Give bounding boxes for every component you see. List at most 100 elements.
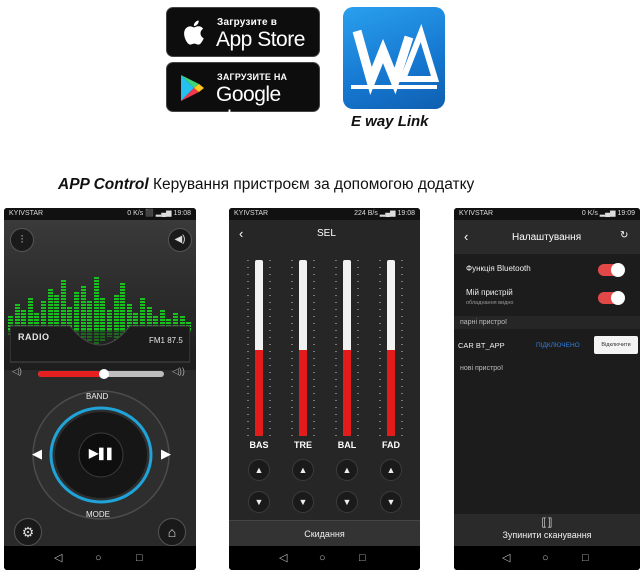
volume-down-icon[interactable]: ◁) — [12, 366, 22, 377]
e-way-link-logo — [343, 7, 445, 109]
nav-back-icon[interactable]: ◁ — [54, 552, 62, 564]
phone-radio-screen: KYIVSTAR 0 K/s ⬛ ▂▄▆ 19:08 ⫶ ◀) RADIO FM… — [4, 208, 196, 570]
status-icons: 0 K/s ⬛ ▂▄▆ 19:08 — [127, 210, 191, 217]
sel-header: ‹ SEL — [229, 220, 420, 246]
google-play-badge[interactable]: ЗАГРУЗИТЕ НА Google play — [166, 62, 320, 130]
spectrum-bar — [120, 282, 126, 330]
slider-fill — [299, 350, 307, 436]
status-icons: 0 K/s ▂▄▆ 19:09 — [581, 210, 635, 217]
home-button[interactable]: ⌂ — [158, 518, 186, 546]
spectrum-bar — [93, 276, 99, 330]
slider-label: BAS — [249, 440, 269, 450]
slider-scale — [291, 260, 293, 436]
sel-title: SEL — [317, 228, 336, 239]
increase-bal-button[interactable]: ▲ — [336, 459, 358, 481]
nav-recent-icon[interactable]: □ — [359, 552, 366, 564]
slider-scale — [379, 260, 381, 436]
equalizer-settings-button[interactable]: ⫶ — [10, 228, 34, 252]
reset-button[interactable]: Скидання — [229, 520, 420, 546]
spectrum-bar — [60, 279, 66, 330]
stop-scan-button[interactable]: ⟦⟧ Зупинити сканування — [454, 514, 640, 546]
settings-button[interactable]: ⚙ — [14, 518, 42, 546]
app-store-small-text: Загрузите в — [217, 17, 278, 28]
app-store-big-text: App Store — [216, 28, 305, 51]
mode-label: RADIO — [18, 332, 50, 342]
volume-up-icon[interactable]: ◁)) — [172, 366, 185, 377]
slider-bas[interactable] — [255, 260, 263, 436]
volume-knob[interactable] — [99, 369, 109, 379]
mute-button[interactable]: ◀) — [168, 228, 192, 252]
bluetooth-toggle[interactable] — [598, 263, 625, 277]
scan-icon: ⟦⟧ — [541, 517, 553, 529]
slider-scale — [269, 260, 271, 436]
speaker-icon: ◀) — [174, 234, 186, 245]
google-play-big-text: Google play — [216, 83, 281, 130]
slider-label: TRE — [294, 440, 312, 450]
phone-settings-screen: KYIVSTAR 0 K/s ▂▄▆ 19:09 ‹ Налаштування … — [454, 208, 640, 570]
stop-scan-label: Зупинити сканування — [502, 530, 592, 540]
android-nav-bar: ◁ ○ □ — [454, 546, 640, 570]
settings-header: ‹ Налаштування ↻ — [454, 220, 640, 254]
google-play-small-text: ЗАГРУЗИТЕ НА — [217, 72, 288, 82]
status-bar: KYIVSTAR 0 K/s ▂▄▆ 19:09 — [454, 208, 640, 220]
slider-bal[interactable] — [343, 260, 351, 436]
disconnect-button[interactable]: Відключити — [594, 336, 638, 354]
band-button[interactable]: BAND — [86, 392, 108, 401]
nav-home-icon[interactable]: ○ — [319, 552, 326, 564]
paired-devices-header: парні пристрої — [454, 316, 640, 329]
decrease-bal-button[interactable]: ▼ — [336, 491, 358, 513]
slider-scale — [313, 260, 315, 436]
decrease-tre-button[interactable]: ▼ — [292, 491, 314, 513]
mode-button[interactable]: MODE — [86, 510, 110, 519]
nav-home-icon[interactable]: ○ — [95, 552, 102, 564]
status-bar: KYIVSTAR 224 B/s ▂▄▆ 19:08 — [229, 208, 420, 220]
slider-fill — [255, 350, 263, 436]
slider-scale — [335, 260, 337, 436]
google-play-icon — [181, 75, 204, 101]
carrier-label: KYIVSTAR — [234, 210, 269, 217]
increase-fad-button[interactable]: ▲ — [380, 459, 402, 481]
decrease-fad-button[interactable]: ▼ — [380, 491, 402, 513]
app-name: E way Link — [351, 113, 429, 130]
slider-label: FAD — [382, 440, 400, 450]
android-nav-bar: ◁ ○ □ — [229, 546, 420, 570]
status-icons: 224 B/s ▂▄▆ 19:08 — [354, 210, 415, 217]
volume-slider[interactable] — [38, 369, 164, 379]
android-nav-bar: ◁ ○ □ — [4, 546, 196, 570]
play-pause-button[interactable]: ▶❚❚ — [89, 446, 114, 460]
slider-scale — [357, 260, 359, 436]
my-device-sublabel: обладнання видно — [466, 300, 514, 306]
sliders-icon: ⫶ — [20, 234, 24, 246]
back-arrow-icon[interactable]: ‹ — [464, 229, 468, 244]
nav-home-icon[interactable]: ○ — [542, 552, 549, 564]
decrease-bas-button[interactable]: ▼ — [248, 491, 270, 513]
status-bar: KYIVSTAR 0 K/s ⬛ ▂▄▆ 19:08 — [4, 208, 196, 220]
caption-bold: APP Control — [58, 176, 149, 193]
bluetooth-function-label: Функція Bluetooth — [466, 264, 531, 273]
nav-recent-icon[interactable]: □ — [136, 552, 143, 564]
nav-back-icon[interactable]: ◁ — [279, 552, 287, 564]
phone-sel-screen: KYIVSTAR 224 B/s ▂▄▆ 19:08 ‹ SEL BAS ▲ ▼ TR… — [229, 208, 420, 570]
device-name[interactable]: CAR BT_APP — [458, 341, 505, 350]
nav-back-icon[interactable]: ◁ — [502, 552, 510, 564]
back-arrow-icon[interactable]: ‹ — [239, 226, 243, 241]
refresh-icon[interactable]: ↻ — [620, 230, 628, 241]
nav-recent-icon[interactable]: □ — [582, 552, 589, 564]
new-devices-header: нові пристрої — [454, 362, 640, 375]
page-caption: APP Control Керування пристроєм за допом… — [58, 176, 474, 194]
visibility-toggle[interactable] — [598, 291, 625, 305]
frequency-label: FM1 87.5 — [149, 336, 183, 345]
apple-icon — [184, 20, 204, 45]
volume-fill — [38, 371, 104, 377]
increase-bas-button[interactable]: ▲ — [248, 459, 270, 481]
previous-button[interactable]: ◀ — [32, 446, 42, 462]
next-button[interactable]: ▶ — [161, 446, 171, 462]
slider-fad[interactable] — [387, 260, 395, 436]
slider-tre[interactable] — [299, 260, 307, 436]
app-store-badge[interactable]: Загрузите в App Store — [166, 7, 320, 57]
slider-label: BAL — [337, 440, 357, 450]
increase-tre-button[interactable]: ▲ — [292, 459, 314, 481]
slider-scale — [247, 260, 249, 436]
my-device-label: Мій пристрій — [466, 288, 513, 297]
e-way-link-mark-icon — [351, 23, 440, 95]
